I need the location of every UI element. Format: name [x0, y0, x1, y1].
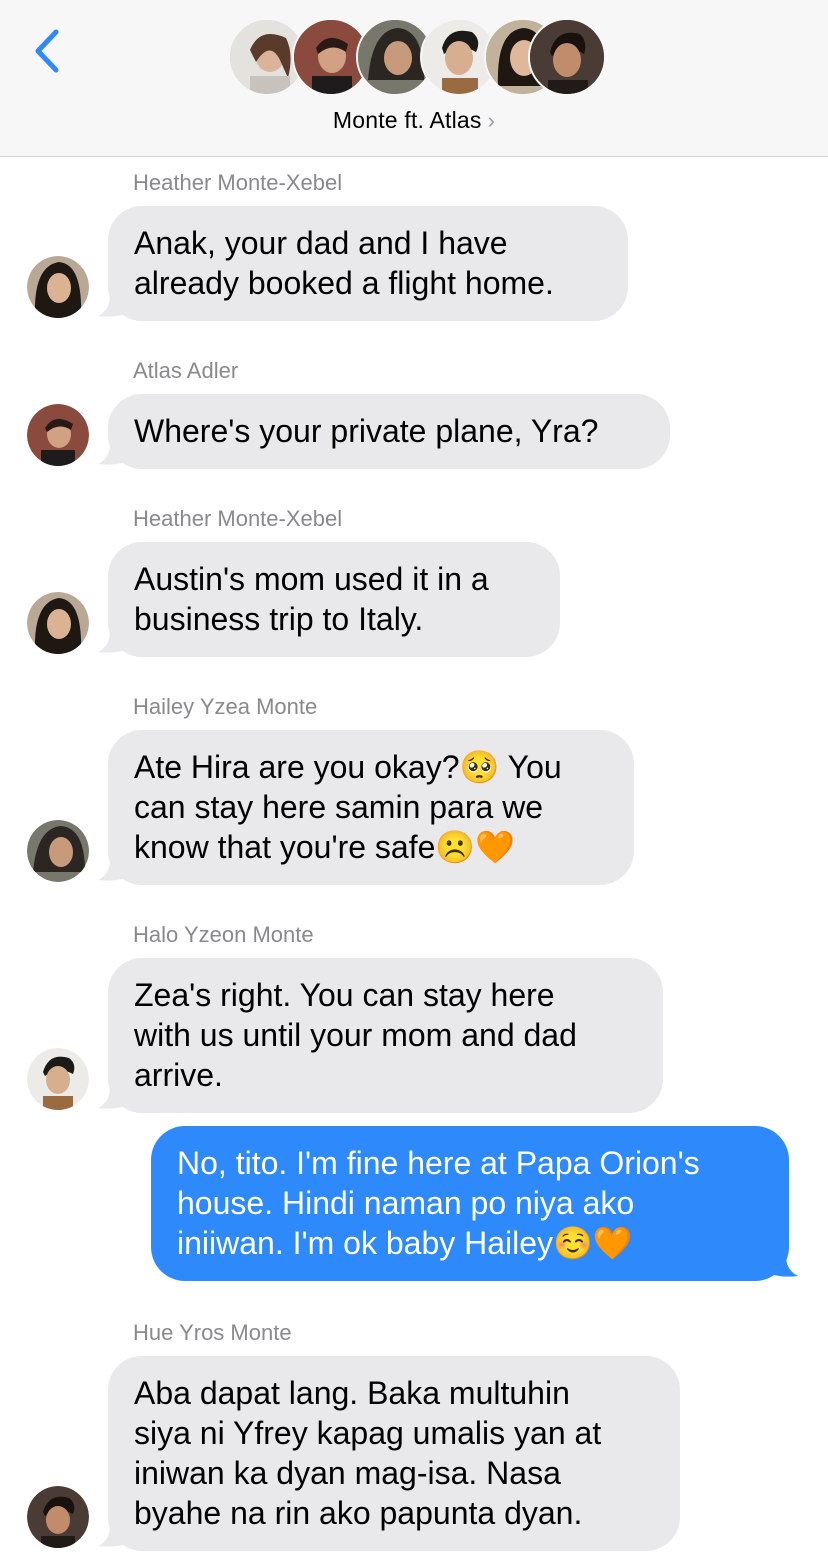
bubble-tail: [770, 1256, 798, 1277]
sender-name: Heather Monte-Xebel: [133, 506, 343, 531]
avatar: [528, 18, 606, 96]
message-bubble[interactable]: Where's your private plane, Yra?: [108, 394, 670, 469]
avatar[interactable]: [27, 592, 89, 654]
bubble-tail: [98, 444, 126, 465]
sender-name: Atlas Adler: [133, 358, 239, 383]
avatar[interactable]: [27, 820, 89, 882]
group-name[interactable]: Monte ft. Atlas ›: [0, 107, 828, 134]
sender-name: Heather Monte-Xebel: [133, 170, 343, 195]
bubble-tail: [98, 1088, 126, 1109]
back-button[interactable]: [30, 26, 70, 76]
bubble-tail: [98, 632, 126, 653]
conversation-header: Monte ft. Atlas ›: [0, 0, 828, 157]
message-bubble[interactable]: Aba dapat lang. Baka multuhin siya ni Yf…: [108, 1356, 680, 1551]
bubble-tail: [98, 296, 126, 317]
message-bubble[interactable]: Austin's mom used it in a business trip …: [108, 542, 560, 657]
group-name-label: Monte ft. Atlas: [332, 107, 482, 133]
avatar[interactable]: [27, 256, 89, 318]
sender-name: Hailey Yzea Monte: [133, 694, 318, 719]
bubble-tail: [98, 860, 126, 881]
sender-name: Hue Yros Monte: [133, 1320, 292, 1345]
message-bubble[interactable]: No, tito. I'm fine here at Papa Orion's …: [151, 1126, 789, 1281]
message-bubble[interactable]: Ate Hira are you okay?🥺 You can stay her…: [108, 730, 634, 885]
chevron-left-icon: [35, 29, 59, 73]
avatar[interactable]: [27, 404, 89, 466]
bubble-tail: [98, 1526, 126, 1547]
group-avatars[interactable]: [228, 18, 606, 100]
message-bubble[interactable]: Anak, your dad and I have already booked…: [108, 206, 628, 321]
sender-name: Halo Yzeon Monte: [133, 922, 314, 947]
avatar[interactable]: [27, 1486, 89, 1548]
chevron-right-icon: ›: [487, 108, 496, 133]
avatar[interactable]: [27, 1048, 89, 1110]
message-bubble[interactable]: Zea's right. You can stay here with us u…: [108, 958, 663, 1113]
